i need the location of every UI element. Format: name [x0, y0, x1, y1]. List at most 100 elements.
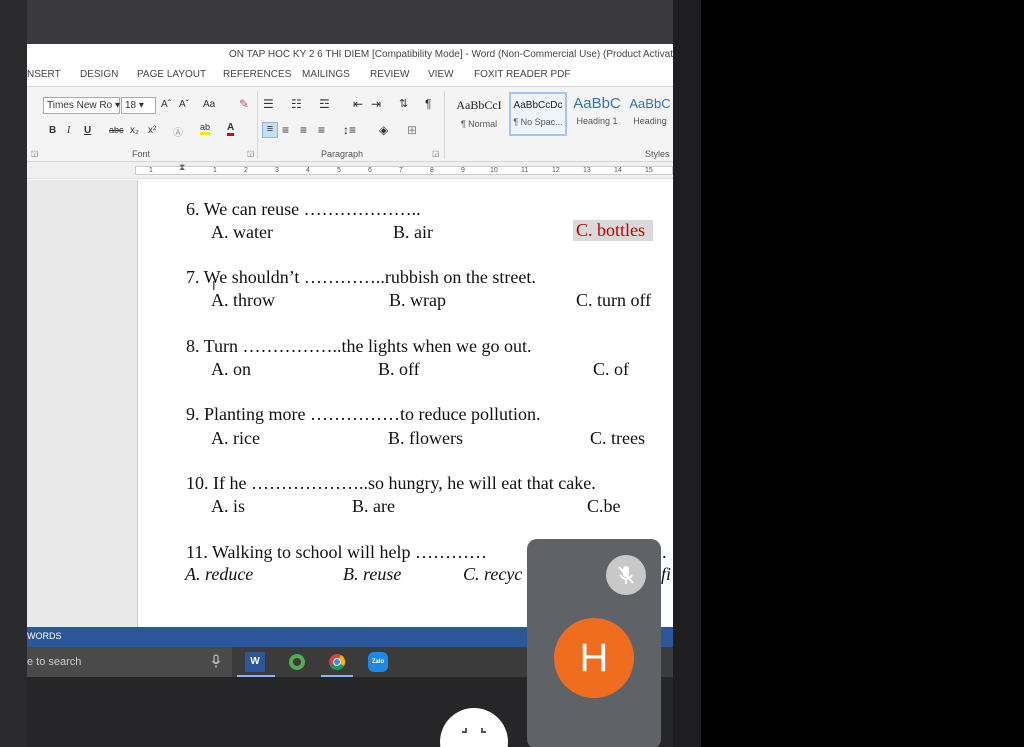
line-spacing-icon[interactable]: ↕≡ [343, 123, 356, 137]
style-name: Heading 1 [576, 116, 618, 126]
paragraph-group-label: Paragraph [321, 149, 364, 159]
show-formatting-button[interactable]: ¶ [425, 97, 431, 111]
font-dialog-launcher-icon[interactable]: ◲ [247, 149, 255, 158]
italic-button[interactable]: I [67, 125, 70, 136]
exit-fullscreen-icon [462, 728, 486, 733]
strikethrough-button[interactable]: abc [109, 125, 124, 135]
tab-mailings[interactable]: MAILINGS [302, 69, 350, 80]
subscript-button[interactable]: x₂ [130, 125, 139, 136]
increase-indent-icon[interactable]: ⇥ [371, 97, 381, 111]
align-right-icon[interactable]: ≡ [300, 123, 307, 137]
ruler-number: 14 [614, 167, 622, 174]
tab-foxit-reader-pdf[interactable]: FOXIT READER PDF [474, 69, 571, 80]
q11-option-c: C. recyc [463, 564, 523, 584]
style-sample: AaBbC [629, 96, 671, 111]
clear-formatting-icon[interactable]: ✎ [239, 97, 249, 111]
ruler-number: 2 [244, 167, 248, 174]
style-heading-1[interactable]: AaBbC Heading 1 [568, 92, 626, 136]
highlight-color-icon[interactable]: ab [200, 123, 211, 135]
superscript-button[interactable]: x² [148, 125, 156, 136]
text-effects-icon[interactable]: Ⓐ [173, 124, 183, 139]
style-name: Heading [633, 116, 667, 126]
shading-icon[interactable]: ◈ [379, 123, 388, 137]
ribbon: Times New Ro ▾ 18 ▾ Aˆ Aˇ Aa ✎ B I U abc… [27, 86, 673, 162]
style-no-spacing[interactable]: AaBbCcDc ¶ No Spac... [509, 92, 567, 136]
q7-option-c: C. turn off [576, 290, 652, 310]
numbering-icon[interactable]: ☷ [291, 97, 302, 111]
font-size-box[interactable]: 18 ▾ [121, 97, 156, 114]
decrease-indent-icon[interactable]: ⇤ [353, 97, 363, 111]
bold-button[interactable]: B [49, 125, 56, 136]
zalo-icon[interactable]: Zalo [368, 652, 388, 672]
paragraph-dialog-launcher-icon[interactable]: ◲ [432, 149, 440, 158]
q9-option-b: B. flowers [388, 428, 463, 448]
tab-page-layout[interactable]: PAGE LAYOUT [137, 69, 206, 80]
question-11-tail: . [662, 542, 667, 562]
justify-icon[interactable]: ≡ [318, 123, 325, 137]
bullets-icon[interactable]: ☰ [263, 97, 274, 111]
question-8: 8. Turn ……………..the lights when we go out… [186, 336, 532, 356]
ruler-number: 11 [521, 167, 529, 174]
taskbar-search[interactable]: e to search [27, 647, 232, 677]
left-dark-strip [0, 0, 27, 747]
ruler: ⧗ 1 1 2 3 4 5 6 7 8 9 10 11 12 13 14 15 [27, 162, 673, 179]
ruler-number: 3 [275, 167, 279, 174]
word-count[interactable]: WORDS [27, 631, 62, 641]
align-center-icon[interactable]: ≡ [282, 123, 289, 137]
q10-option-a: A. is [211, 496, 246, 516]
underline-button[interactable]: U [84, 125, 91, 136]
style-normal[interactable]: AaBbCcI ¶ Normal [450, 92, 508, 136]
word-icon[interactable]: W [245, 652, 265, 672]
ruler-number: 4 [306, 167, 310, 174]
q11-option-a: A. reduce [185, 564, 254, 584]
indent-marker-icon[interactable]: ⧗ [179, 162, 185, 173]
font-name-value: Times New Ro [47, 100, 113, 111]
edge-icon[interactable] [287, 652, 307, 672]
font-color-icon[interactable]: A [227, 122, 235, 136]
ruler-number: 13 [583, 167, 591, 174]
ruler-number: 7 [399, 167, 403, 174]
tab-review[interactable]: REVIEW [370, 69, 409, 80]
grow-font-button[interactable]: Aˆ [161, 99, 171, 110]
tab-references[interactable]: REFERENCES [223, 69, 291, 80]
style-heading-2[interactable]: AaBbC Heading [627, 92, 673, 136]
shrink-font-button[interactable]: Aˇ [179, 99, 189, 110]
microphone-icon[interactable] [211, 654, 221, 670]
ruler-number: 8 [430, 167, 434, 174]
borders-icon[interactable]: ⊞ [407, 123, 417, 137]
style-sample: AaBbCcDc [513, 100, 563, 111]
ribbon-separator [444, 91, 445, 159]
sort-icon[interactable]: ⇅ [399, 97, 408, 110]
ruler-number: 9 [461, 167, 465, 174]
top-dark-area [27, 0, 673, 44]
mic-muted-button[interactable] [606, 555, 646, 595]
q9-option-c: C. trees [590, 428, 645, 448]
align-left-icon[interactable]: ≡ [262, 122, 278, 138]
q8-option-c: C. of [593, 359, 629, 379]
q9-option-a: A. rice [211, 428, 260, 448]
q11-option-b: B. reuse [343, 564, 402, 584]
q7-option-b: B. wrap [389, 290, 446, 310]
tab-insert[interactable]: NSERT [27, 69, 61, 80]
ruler-number: 1 [149, 167, 153, 174]
change-case-button[interactable]: Aa [203, 99, 215, 110]
participant-avatar: H [554, 618, 634, 698]
q6-option-c-highlighted: C. bottles [573, 220, 654, 241]
style-sample: AaBbC [573, 95, 621, 112]
dialog-launcher-icon[interactable]: ◲ [31, 149, 39, 158]
font-name-box[interactable]: Times New Ro ▾ [43, 97, 120, 114]
multilevel-list-icon[interactable]: ☲ [319, 97, 330, 111]
ruler-number: 5 [337, 167, 341, 174]
style-name: ¶ No Spac... [513, 117, 563, 127]
ribbon-tabs: NSERT DESIGN PAGE LAYOUT REFERENCES MAIL… [27, 66, 673, 86]
question-7: 7. We shouldn’t …………..rubbish on the str… [186, 267, 536, 287]
ruler-number: 12 [552, 167, 560, 174]
question-9: 9. Planting more ……………to reduce pollutio… [186, 404, 541, 424]
tab-design[interactable]: DESIGN [80, 69, 118, 80]
ruler-number: 6 [368, 167, 372, 174]
tab-view[interactable]: VIEW [428, 69, 454, 80]
ruler-number: 15 [645, 167, 653, 174]
title-bar: ON TAP HOC KY 2 6 THI DIEM [Compatibilit… [27, 44, 673, 66]
chrome-icon[interactable] [327, 652, 347, 672]
ribbon-separator [257, 91, 258, 159]
